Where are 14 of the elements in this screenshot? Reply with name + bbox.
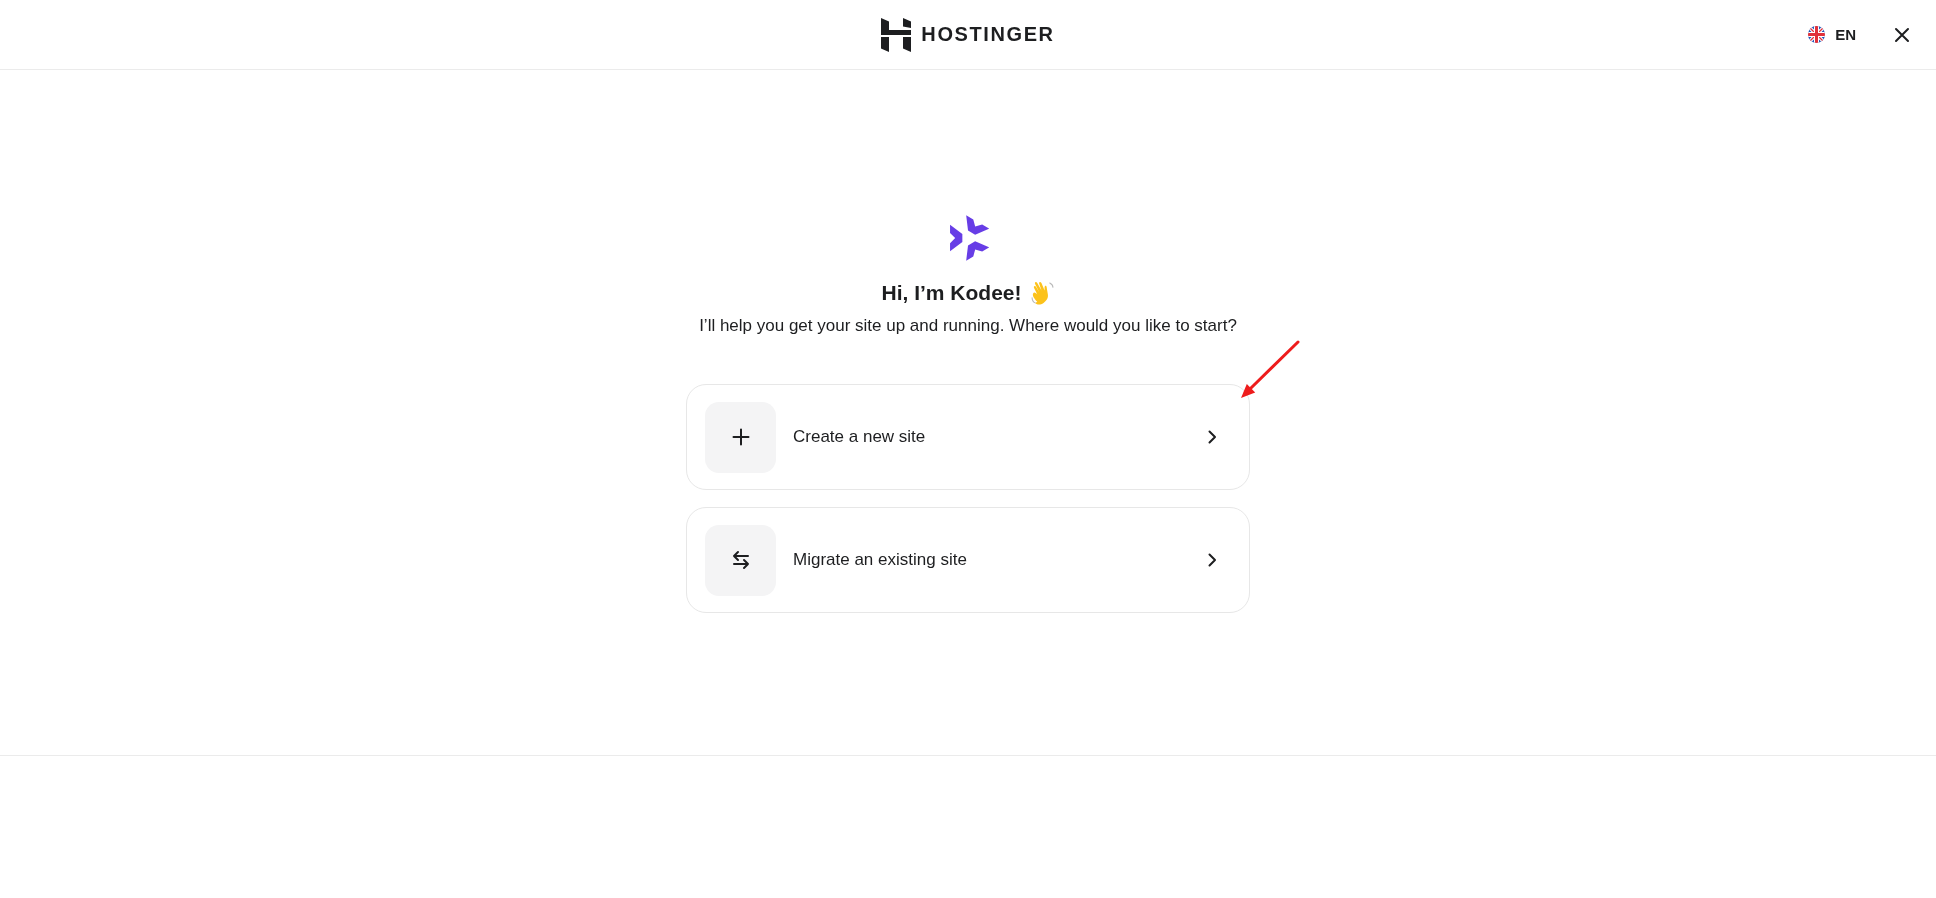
option-button[interactable]: Create a new site: [686, 384, 1250, 491]
close-icon: [1894, 26, 1910, 43]
uk-flag-icon: [1808, 26, 1826, 43]
plus-icon: [705, 401, 776, 473]
logo-icon: [881, 17, 912, 52]
kodee-logo-icon: [947, 215, 989, 261]
language-button[interactable]: EN: [1808, 26, 1856, 43]
heading: Hi, I’m Kodee!: [881, 281, 1022, 306]
option-button[interactable]: Migrate an existing site: [686, 507, 1250, 614]
close-button[interactable]: [1894, 26, 1910, 43]
waving-hand-icon: [1029, 281, 1055, 306]
subtitle: I’ll help you get your site up and running. Where would you like to start?: [699, 316, 1237, 337]
swap-arrows-icon: [705, 524, 776, 596]
brand-name: HOSTINGER: [921, 23, 1055, 46]
